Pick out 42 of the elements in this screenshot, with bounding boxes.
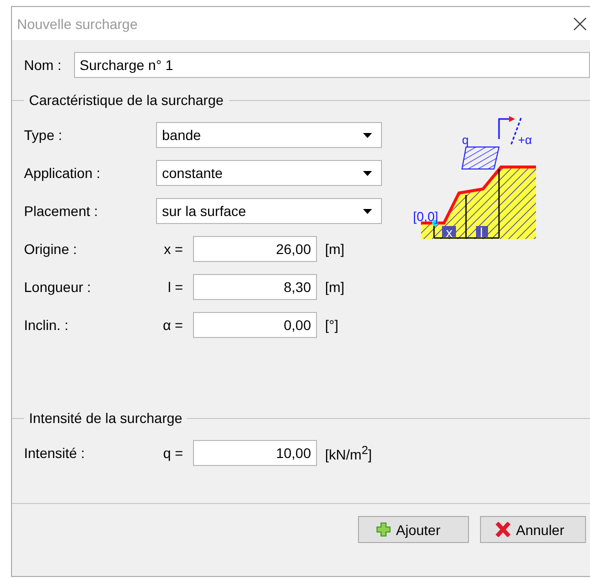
field-label: Type : [24,127,64,143]
field-label: Application : [24,165,102,181]
dropdown-arrow-icon [363,208,372,214]
unit-label: [m] [325,241,344,257]
diagram-label: l [480,225,483,240]
field-label: Nom : [24,57,62,73]
field-label: Inclin. : [24,317,70,333]
unit-label: [m] [325,279,344,295]
dropdown[interactable]: sur la surface [156,198,382,224]
symbol-label: q = [162,445,183,461]
diagram-label: x [446,225,452,240]
label-background [442,226,456,237]
input-field[interactable]: 10,00 [193,440,317,466]
input-field[interactable]: Surcharge n° 1 [74,52,590,78]
field-label: Origine : [24,241,78,257]
dropdown[interactable]: bande [156,122,382,148]
close-icon [495,522,511,537]
field-label: Placement : [24,203,99,219]
field-label: Longueur : [24,279,92,295]
close-icon[interactable] [573,16,587,30]
field-label: Intensité : [24,445,86,461]
dropdown-arrow-icon [363,132,372,138]
group-title: Caractéristique de la surcharge [29,92,224,108]
add-button[interactable]: Ajouter [358,516,469,543]
dropdown[interactable]: constante [156,160,382,186]
symbol-label: l = [166,279,183,295]
input-field[interactable]: 0,00 [193,312,317,338]
cancel-button[interactable]: Annuler [480,516,586,543]
unit-label: [kN/m$^{2}$] [325,444,372,462]
unit-label: [°] [325,317,338,333]
plus-icon [376,522,391,537]
symbol-label: x = [162,241,183,257]
diagram-label: q [462,133,469,147]
diagram-label: +α [518,133,532,147]
diagram-label: [0,0] [413,209,438,224]
window-title: Nouvelle surcharge [17,16,138,32]
symbol-label: α = [162,317,183,333]
input-field[interactable]: 26,00 [193,236,317,262]
dropdown-arrow-icon [363,170,372,176]
input-field[interactable]: 8,30 [193,274,317,300]
label-background [476,226,488,237]
group-title: Intensité de la surcharge [29,410,182,426]
